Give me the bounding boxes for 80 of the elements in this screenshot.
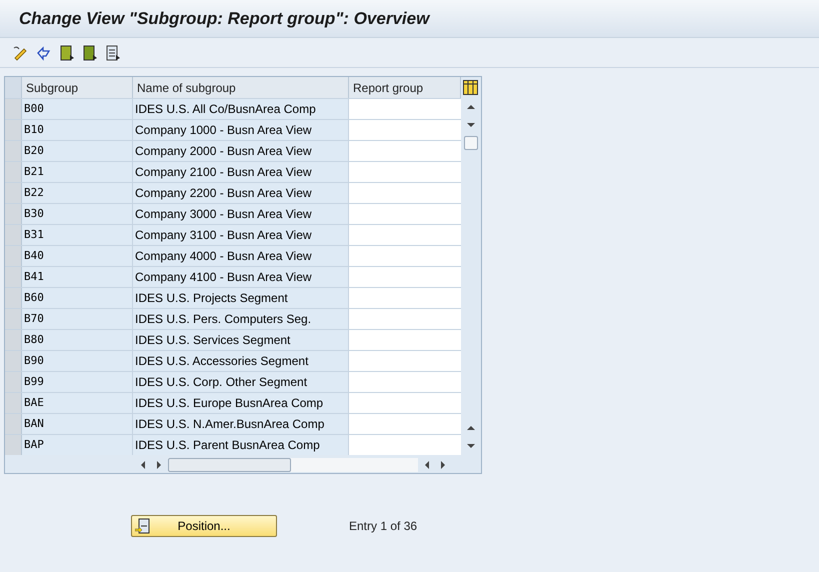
- table-cell: IDES U.S. All Co/BusnArea Comp: [133, 99, 349, 119]
- input-field[interactable]: [349, 330, 461, 350]
- table-cell: B99: [22, 372, 133, 392]
- table-cell: B31: [22, 225, 133, 245]
- row-selector[interactable]: [5, 393, 22, 413]
- position-button[interactable]: Position...: [131, 515, 277, 537]
- row-selector[interactable]: [5, 288, 22, 308]
- input-field[interactable]: [349, 141, 461, 161]
- input-field[interactable]: [349, 267, 461, 287]
- table-cell: IDES U.S. Services Segment: [133, 330, 349, 350]
- input-field[interactable]: [349, 120, 461, 140]
- scroll-thumb[interactable]: [168, 458, 291, 472]
- row-selector[interactable]: [5, 267, 22, 287]
- row-selector[interactable]: [5, 162, 22, 182]
- input-field[interactable]: [349, 162, 461, 182]
- row-selector[interactable]: [5, 246, 22, 266]
- table-cell: B30: [22, 204, 133, 224]
- document-icon[interactable]: [105, 44, 121, 60]
- table-cell: B70: [22, 309, 133, 329]
- row-selector[interactable]: [5, 99, 22, 119]
- row-selector[interactable]: [5, 330, 22, 350]
- document-icon[interactable]: [59, 44, 75, 60]
- table-cell: B90: [22, 351, 133, 371]
- table-cell: B80: [22, 330, 133, 350]
- table-cell: IDES U.S. Pers. Computers Seg.: [133, 309, 349, 329]
- input-field[interactable]: [349, 225, 461, 245]
- scroll-thumb[interactable]: [464, 136, 478, 150]
- row-selector[interactable]: [5, 351, 22, 371]
- table-cell: Company 3000 - Busn Area View: [133, 204, 349, 224]
- table-cell: IDES U.S. Accessories Segment: [133, 351, 349, 371]
- table-cell: Company 3100 - Busn Area View: [133, 225, 349, 245]
- table-cell: IDES U.S. Parent BusnArea Comp: [133, 435, 349, 455]
- table-cell: B41: [22, 267, 133, 287]
- input-field[interactable]: [349, 435, 461, 455]
- window-title: Change View "Subgroup: Report group": Overview: [19, 8, 430, 30]
- table-cell: BAN: [22, 414, 133, 434]
- row-selector[interactable]: [5, 225, 22, 245]
- table-cell: Company 1000 - Busn Area View: [133, 120, 349, 140]
- table-cell: IDES U.S. N.Amer.BusnArea Comp: [133, 414, 349, 434]
- table-cell: Company 4100 - Busn Area View: [133, 267, 349, 287]
- input-field[interactable]: [349, 204, 461, 224]
- row-selector[interactable]: [5, 309, 22, 329]
- table-cell: B40: [22, 246, 133, 266]
- position-icon: [135, 518, 150, 534]
- row-selector[interactable]: [5, 120, 22, 140]
- table-cell: Company 2100 - Busn Area View: [133, 162, 349, 182]
- table-cell: Company 2000 - Busn Area View: [133, 141, 349, 161]
- table-cell: B22: [22, 183, 133, 203]
- table-cell: Company 4000 - Busn Area View: [133, 246, 349, 266]
- input-field[interactable]: [349, 99, 461, 119]
- table-cell: BAE: [22, 393, 133, 413]
- row-selector[interactable]: [5, 414, 22, 434]
- table-cell: B00: [22, 99, 133, 119]
- table-cell: B10: [22, 120, 133, 140]
- row-selector[interactable]: [5, 204, 22, 224]
- row-selector[interactable]: [5, 183, 22, 203]
- table-cell: BAP: [22, 435, 133, 455]
- input-field[interactable]: [349, 414, 461, 434]
- table-cell: Company 2200 - Busn Area View: [133, 183, 349, 203]
- table-cell: IDES U.S. Corp. Other Segment: [133, 372, 349, 392]
- input-field[interactable]: [349, 309, 461, 329]
- column-settings-icon[interactable]: [463, 80, 478, 95]
- table-cell: B20: [22, 141, 133, 161]
- input-field[interactable]: [349, 183, 461, 203]
- document-icon[interactable]: [82, 44, 98, 60]
- select-all-cell[interactable]: [5, 77, 22, 98]
- pencil-icon[interactable]: [13, 44, 29, 60]
- table-cell: B21: [22, 162, 133, 182]
- row-selector[interactable]: [5, 435, 22, 455]
- entry-count: Entry 1 of 36: [349, 518, 418, 535]
- table-cell: IDES U.S. Europe BusnArea Comp: [133, 393, 349, 413]
- table-cell: B60: [22, 288, 133, 308]
- table-cell: IDES U.S. Projects Segment: [133, 288, 349, 308]
- row-selector[interactable]: [5, 372, 22, 392]
- input-field[interactable]: [349, 288, 461, 308]
- input-field[interactable]: [349, 372, 461, 392]
- input-field[interactable]: [349, 351, 461, 371]
- row-selector[interactable]: [5, 141, 22, 161]
- input-field[interactable]: [349, 393, 461, 413]
- input-field[interactable]: [349, 246, 461, 266]
